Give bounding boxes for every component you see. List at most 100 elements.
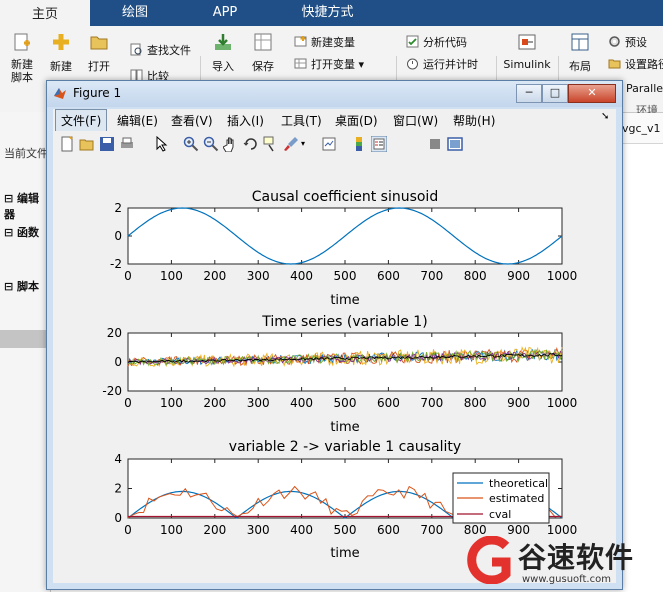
brush-dropdown-icon[interactable]: ▾	[301, 139, 305, 148]
x-tick-label: 200	[203, 523, 226, 537]
analyze-code-icon	[406, 35, 419, 48]
open-label: 打开	[88, 60, 110, 73]
run-and-time-button[interactable]: 运行并计时	[406, 56, 478, 72]
import-label: 导入	[212, 60, 234, 73]
axes-2-title: Time series (variable 1)	[261, 314, 427, 330]
zoom-in-icon[interactable]	[183, 136, 199, 152]
x-tick-label: 500	[334, 523, 357, 537]
functions-section-label[interactable]: ⊟ 函数	[4, 224, 39, 240]
x-tick-label: 1000	[547, 269, 578, 283]
layout-label: 布局	[569, 60, 591, 73]
zoom-out-icon[interactable]	[203, 136, 219, 152]
find-files-icon	[130, 43, 142, 56]
x-tick-label: 300	[247, 523, 270, 537]
x-tick-label: 0	[124, 269, 132, 283]
matlab-logo-icon	[54, 88, 66, 99]
simulink-button[interactable]: Simulink	[502, 32, 552, 71]
close-button[interactable]: ✕	[568, 84, 616, 103]
figure-canvas: Causal coefficient sinusoid time 0 100 200…	[53, 159, 616, 583]
menu-view[interactable]: 查看(V)	[171, 112, 213, 129]
analyze-code-label: 分析代码	[423, 36, 467, 49]
x-tick-label: 200	[203, 269, 226, 283]
x-tick-label: 100	[160, 523, 183, 537]
set-path-button[interactable]: 设置路径	[608, 56, 663, 72]
new-script-button[interactable]: 新建 脚本	[4, 32, 40, 84]
find-files-button[interactable]: 查找文件	[130, 42, 191, 58]
analyze-code-button[interactable]: 分析代码	[406, 34, 467, 50]
show-tools-icon[interactable]	[447, 136, 463, 152]
x-tick-label: 900	[507, 396, 530, 410]
pan-hand-icon[interactable]	[223, 136, 239, 152]
legend-icon[interactable]	[371, 136, 387, 152]
colorbar-icon[interactable]	[351, 136, 367, 152]
tab-apps[interactable]: APP	[180, 0, 270, 26]
preferences-button[interactable]: 预设	[608, 34, 647, 50]
folder-path-icon	[608, 59, 621, 69]
link-plot-icon[interactable]	[321, 136, 337, 152]
minimize-button[interactable]: ─	[516, 84, 542, 103]
new-variable-icon	[294, 36, 307, 47]
rotate-3d-icon[interactable]	[243, 136, 259, 152]
tab-plots[interactable]: 绘图	[90, 0, 180, 26]
editor-section-label[interactable]: ⊟ 编辑器	[4, 190, 50, 222]
parallel-label: Paralle	[626, 82, 663, 95]
menu-insert[interactable]: 插入(I)	[227, 112, 264, 129]
new-button[interactable]: 新建	[44, 32, 78, 74]
edit-plot-arrow-icon[interactable]	[153, 136, 169, 152]
x-tick-label: 800	[464, 269, 487, 283]
figure-title-bar[interactable]: Figure 1 ─ □ ✕	[47, 81, 622, 107]
legend[interactable]: theoretical estimated cval	[452, 472, 550, 524]
folder-icon	[90, 36, 108, 50]
tab-home[interactable]: 主页	[0, 0, 90, 28]
menu-desktop[interactable]: 桌面(D)	[335, 112, 378, 129]
hide-tools-icon[interactable]	[427, 136, 443, 152]
tab-shortcuts[interactable]: 快捷方式	[270, 0, 385, 26]
axes-3-title: variable 2 -> variable 1 causality	[229, 439, 461, 455]
new-variable-button[interactable]: 新建变量	[294, 34, 355, 50]
axes-2[interactable]: Time series (variable 1) time 0 100 200 300…	[102, 314, 577, 435]
open-button[interactable]: 打开	[82, 32, 116, 74]
import-button[interactable]: 导入	[206, 32, 240, 74]
save-workspace-button[interactable]: 保存	[246, 32, 280, 74]
open-variable-button[interactable]: 打开变量 ▾	[294, 56, 364, 72]
x-tick-label: 700	[420, 396, 443, 410]
layout-button[interactable]: 布局	[562, 32, 598, 74]
legend-label-theoretical: theoretical	[489, 477, 548, 490]
simulink-label: Simulink	[503, 58, 551, 71]
data-cursor-icon[interactable]	[263, 136, 279, 152]
figure-title: Figure 1	[73, 86, 122, 100]
save-workspace-icon	[254, 33, 272, 51]
brush-icon[interactable]	[283, 136, 299, 152]
x-tick-label: 700	[420, 269, 443, 283]
menu-window[interactable]: 窗口(W)	[393, 112, 438, 129]
menu-help[interactable]: 帮助(H)	[453, 112, 495, 129]
scripts-section-label[interactable]: ⊟ 脚本	[4, 278, 39, 294]
x-tick-label: 300	[247, 396, 270, 410]
menu-tools[interactable]: 工具(T)	[281, 112, 322, 129]
find-files-label: 查找文件	[147, 44, 191, 57]
maximize-button[interactable]: □	[542, 84, 568, 103]
x-tick-label: 0	[124, 396, 132, 410]
print-icon[interactable]	[119, 136, 135, 152]
x-tick-label: 100	[160, 396, 183, 410]
menu-edit[interactable]: 编辑(E)	[117, 112, 158, 129]
dock-arrow-icon[interactable]: ➘	[601, 111, 609, 122]
y-tick-label: -20	[102, 384, 122, 398]
open-file-icon[interactable]	[79, 136, 95, 152]
stopwatch-icon	[407, 58, 418, 70]
menu-file[interactable]: 文件(F)	[61, 112, 101, 129]
selected-file-row[interactable]	[0, 330, 50, 348]
save-icon[interactable]	[99, 136, 115, 152]
x-tick-label: 400	[290, 396, 313, 410]
x-tick-label: 1000	[547, 396, 578, 410]
collapse-icon: ⊟	[4, 280, 18, 293]
path-fragment: vgc_v1	[622, 122, 661, 135]
new-figure-icon[interactable]	[59, 136, 75, 152]
collapse-icon: ⊟	[4, 192, 18, 205]
parallel-button[interactable]: Paralle	[626, 82, 663, 95]
axes-1-title: Causal coefficient sinusoid	[252, 189, 438, 205]
y-tick-label: 4	[114, 452, 122, 466]
axes-1[interactable]: Causal coefficient sinusoid time 0 100 200…	[110, 189, 577, 308]
watermark: 谷速软件 www.gusuoft.com	[466, 532, 663, 592]
plus-icon	[53, 34, 69, 50]
